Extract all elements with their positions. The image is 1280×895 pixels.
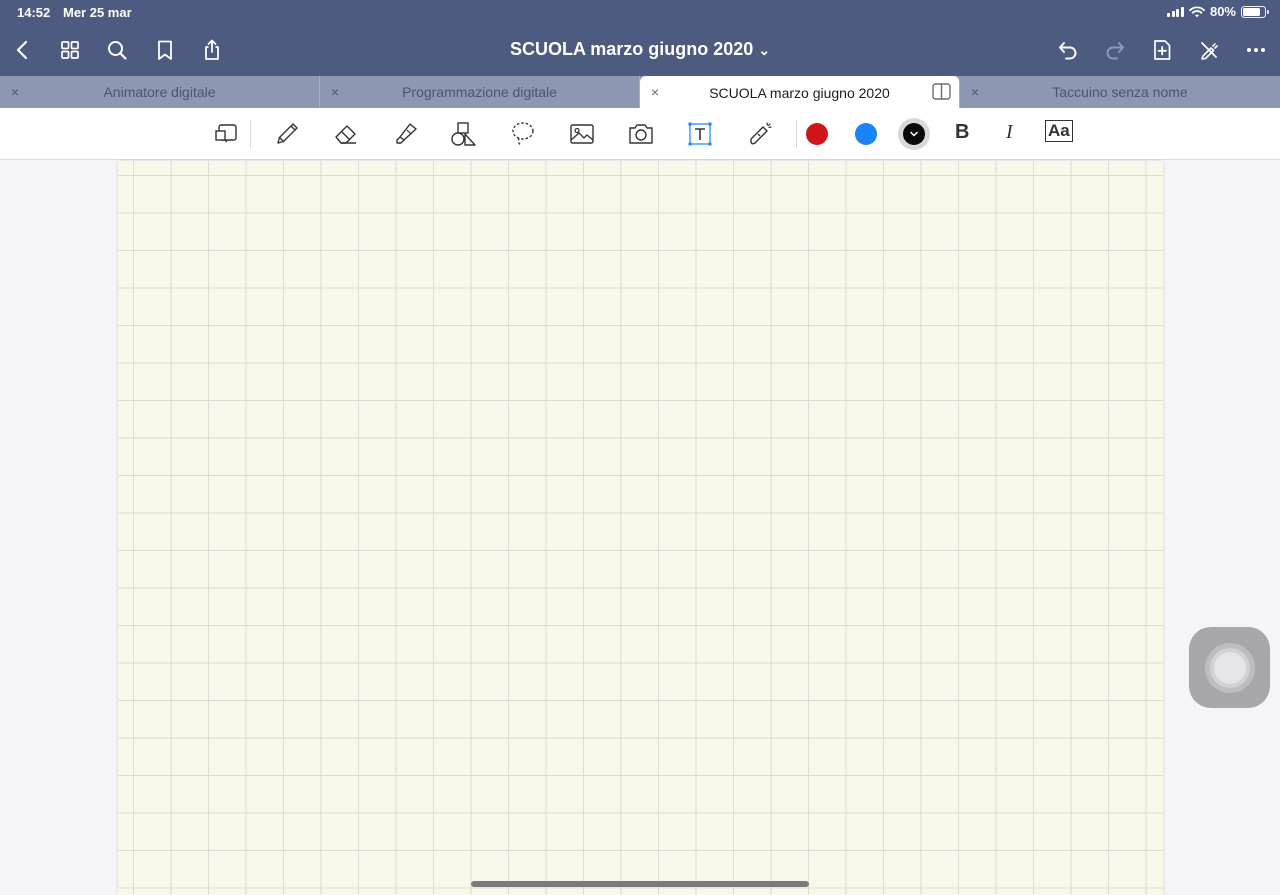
bold-button[interactable]: B [955,121,969,144]
document-tabs: × Animatore digitale × Programmazione di… [0,76,1280,109]
document-title[interactable]: SCUOLA marzo giugno 2020 ⌄ [510,39,770,59]
pen-off-icon [1201,42,1218,60]
bookmark-button[interactable] [152,37,178,63]
undo-button[interactable] [1055,37,1081,63]
bookmark-icon [158,40,172,60]
status-date: Mer 25 mar [63,5,132,20]
tab-scuola-marzo-giugno-2020[interactable]: × SCUOLA marzo giugno 2020 [640,76,960,109]
chevron-down-icon: ⌄ [758,42,771,58]
battery-percentage: 80% [1209,4,1236,19]
color-swatch-blue[interactable] [855,123,877,145]
top-header: 14:52 Mer 25 mar 80% SCUOLA marzo giugno… [0,0,1280,76]
pen-tool[interactable] [272,119,302,149]
tab-animatore-digitale[interactable]: × Animatore digitale [0,76,320,108]
italic-button[interactable]: I [1006,121,1013,144]
color-swatch-black[interactable] [903,123,925,145]
tools-toolbar: B I Aa [0,108,1280,160]
grid-icon [61,41,79,59]
status-indicators: 80% [1167,4,1269,19]
home-indicator[interactable] [471,881,809,887]
tab-label: SCUOLA marzo giugno 2020 [709,84,890,101]
shapes-icon [451,122,476,146]
lasso-icon [512,122,534,146]
tab-label: Animatore digitale [103,84,216,100]
status-time: 14:52 [17,5,51,20]
toolbar-divider [796,120,797,148]
tab-label: Programmazione digitale [402,84,557,100]
camera-icon [629,124,653,144]
share-icon [205,39,219,60]
close-icon[interactable]: × [11,84,19,100]
undo-icon [1059,42,1077,60]
battery-icon [1241,5,1269,18]
share-button[interactable] [199,37,225,63]
back-button[interactable] [10,37,36,63]
highlighter-tool[interactable] [390,119,420,149]
eraser-tool[interactable] [331,119,361,149]
lasso-tool[interactable] [508,119,538,149]
chevron-down-icon [910,131,918,137]
redo-button[interactable] [1102,37,1128,63]
close-icon[interactable]: × [971,84,979,100]
image-icon [570,124,594,144]
font-style-button[interactable]: Aa [1045,120,1073,142]
battery-level [1243,7,1260,16]
search-button[interactable] [104,37,130,63]
zoom-window-icon [215,124,237,143]
tab-label: Taccuino senza nome [1052,84,1188,100]
image-tool[interactable] [567,119,597,149]
tab-programmazione-digitale[interactable]: × Programmazione digitale [320,76,640,108]
library-grid-button[interactable] [57,37,83,63]
redo-icon [1106,42,1124,60]
camera-tool[interactable] [626,119,656,149]
color-swatch-red[interactable] [806,123,828,145]
laser-pointer-tool[interactable] [745,119,775,149]
zoom-window-tool[interactable] [211,119,241,149]
wifi-icon [1189,5,1205,17]
pen-mode-toggle[interactable] [1196,37,1222,63]
add-page-icon [1154,40,1171,60]
search-icon [108,41,127,60]
close-icon[interactable]: × [651,84,659,100]
eraser-icon [335,125,356,144]
add-page-button[interactable] [1149,37,1175,63]
more-button[interactable] [1243,37,1269,63]
assistive-touch-button[interactable] [1189,627,1270,708]
close-icon[interactable]: × [331,84,339,100]
toolbar-divider [250,120,251,148]
text-box-tool[interactable] [685,119,715,149]
back-icon [16,40,28,60]
document-title-bar: SCUOLA marzo giugno 2020 ⌄ [0,39,1280,60]
tab-taccuino-senza-nome[interactable]: × Taccuino senza nome [960,76,1280,108]
more-icon [1247,48,1265,52]
grid-paper-page[interactable] [118,161,1163,895]
split-view-icon[interactable] [932,83,951,100]
cellular-signal-icon [1167,6,1184,17]
highlighter-icon [396,123,417,144]
shapes-tool[interactable] [449,119,479,149]
laser-pointer-icon [750,122,772,145]
text-box-icon [688,122,712,146]
pen-icon [277,123,298,144]
